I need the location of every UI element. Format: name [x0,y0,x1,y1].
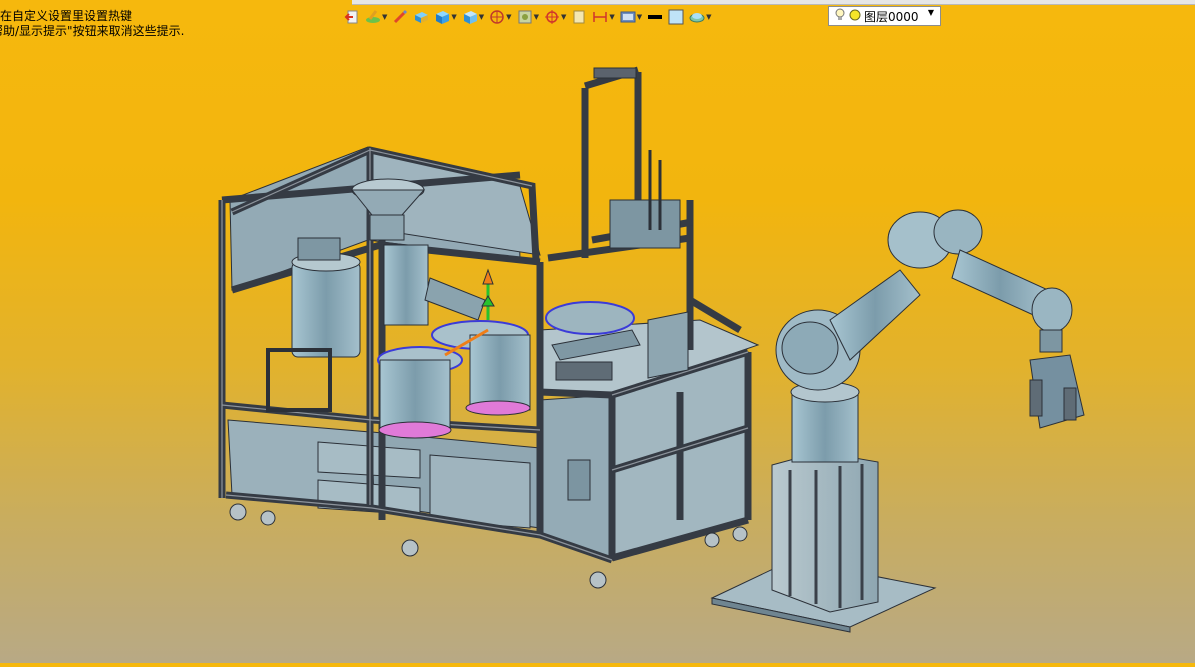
display-settings-icon[interactable]: ▼ [620,7,642,27]
layer-color-icon[interactable] [849,9,861,24]
robot-arm [710,209,1085,633]
chevron-down-icon[interactable]: ▼ [451,13,456,21]
hint-text: 在自定义设置里设置热键 帮助/显示提示"按钮来取消这些提示. [0,9,200,41]
chevron-down-icon[interactable]: ▼ [534,13,539,21]
layer-surface-icon[interactable]: ▼ [689,7,712,27]
hint-line-2: 帮助/显示提示"按钮来取消这些提示. [0,23,185,38]
toolbar: ▼ ▼ ▼ ▼ ▼ ▼ ▼ ▼ ▼ [344,6,717,28]
chevron-down-icon[interactable]: ▼ [928,8,934,17]
page-icon[interactable] [571,7,587,27]
chevron-down-icon[interactable]: ▼ [706,13,711,21]
shell-box-icon[interactable]: ▼ [462,7,484,27]
origin-axes-icon[interactable]: ▼ [544,7,566,27]
chevron-down-icon[interactable]: ▼ [506,13,511,21]
chevron-down-icon[interactable]: ▼ [561,13,566,21]
chevron-down-icon[interactable]: ▼ [637,13,642,21]
exit-sketch-icon[interactable] [344,7,360,27]
toolbar-strip [352,0,1195,5]
3d-viewport[interactable] [0,0,1195,663]
layer-select[interactable]: 图层0000 ▼ [828,6,941,26]
section-view-icon[interactable]: ▼ [489,7,512,27]
light-bulb-icon[interactable] [834,8,846,25]
chevron-down-icon[interactable]: ▼ [609,13,614,21]
fill-color-swatch[interactable] [668,7,684,27]
chevron-down-icon[interactable]: ▼ [479,13,484,21]
machine-cabinet [218,66,760,589]
extrude-box-icon[interactable] [413,7,429,27]
cad-model [218,66,1085,633]
chevron-down-icon[interactable]: ▼ [382,13,387,21]
edit-pencil-icon[interactable] [392,7,408,27]
pen-tool-icon[interactable]: ▼ [365,7,387,27]
line-color-swatch[interactable] [647,7,663,27]
hint-line-1: 在自定义设置里设置热键 [0,9,133,23]
layer-name: 图层0000 [864,9,919,24]
dimension-icon[interactable]: ▼ [592,7,615,27]
solid-box-icon[interactable]: ▼ [434,7,457,27]
render-mode-icon[interactable]: ▼ [517,7,539,27]
